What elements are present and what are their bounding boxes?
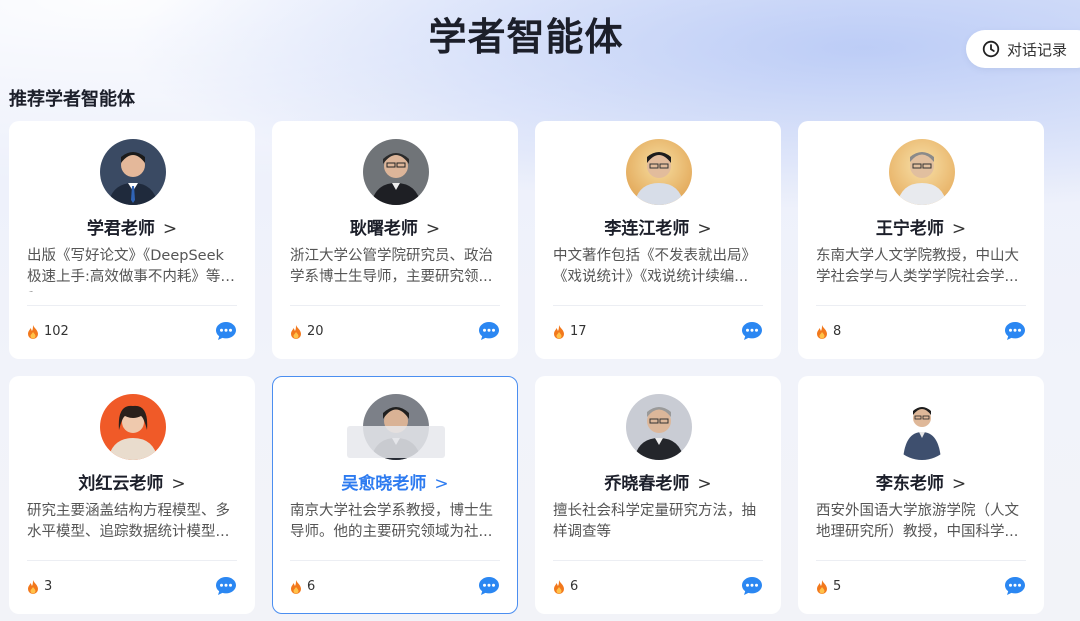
avatar — [626, 394, 692, 460]
scholar-description: 出版《写好论文》《DeepSeek极速上手:高效做事不内耗》等1... — [27, 248, 224, 292]
scholar-name[interactable]: 吴愈晓老师 > — [273, 469, 517, 494]
divider — [553, 305, 763, 306]
chat-button[interactable] — [215, 321, 237, 345]
heat-count: 102 — [27, 324, 69, 339]
chevron-right-icon: > — [425, 219, 441, 239]
fire-icon — [817, 324, 827, 339]
history-label: 对话记录 — [1007, 40, 1068, 59]
chat-button[interactable] — [1004, 321, 1026, 345]
avatar — [889, 394, 955, 460]
fire-icon — [554, 324, 564, 339]
scholar-description: 东南大学人文学院教授，中山大学社会学与人类学学院社会学... — [816, 248, 1019, 285]
divider — [27, 305, 237, 306]
heat-count: 6 — [290, 579, 315, 594]
scholar-description: 中文著作包括《不发表就出局》《戏说统计》《戏说统计续编... — [553, 248, 756, 285]
scholar-name[interactable]: 李东老师 > — [799, 469, 1043, 494]
chat-bubble-icon — [742, 322, 762, 340]
scholar-description: 擅长社会科学定量研究方法，抽样调查等 — [553, 503, 756, 540]
page-title: 学者智能体 — [428, 15, 624, 59]
divider — [290, 560, 500, 561]
chat-button[interactable] — [741, 321, 763, 345]
chevron-right-icon: > — [697, 474, 712, 494]
avatar — [363, 139, 429, 205]
scholar-card[interactable]: 李东老师 > 西安外国语大学旅游学院（人文地理研究所）教授，中国科学... 5 — [798, 376, 1044, 614]
scholar-card[interactable]: 王宁老师 > 东南大学人文学院教授，中山大学社会学与人类学学院社会学... 8 — [798, 121, 1044, 359]
scholar-name[interactable]: 李连江老师 > — [536, 214, 780, 239]
divider — [27, 560, 237, 561]
chat-bubble-icon — [216, 577, 236, 595]
scholar-card[interactable]: 乔晓春老师 > 擅长社会科学定量研究方法，抽样调查等 6 — [535, 376, 781, 614]
chat-button[interactable] — [741, 576, 763, 600]
chat-button[interactable] — [1004, 576, 1026, 600]
scholar-name[interactable]: 刘红云老师 > — [10, 469, 254, 494]
history-button[interactable]: 对话记录 — [966, 30, 1080, 68]
chat-bubble-icon — [479, 322, 499, 340]
chevron-right-icon: > — [171, 474, 186, 494]
chevron-right-icon: > — [951, 474, 967, 494]
heat-count: 17 — [553, 324, 587, 339]
chat-bubble-icon — [1005, 322, 1025, 340]
heat-count: 3 — [27, 579, 52, 594]
chevron-right-icon: > — [697, 219, 712, 239]
heat-count: 5 — [816, 579, 841, 594]
scholar-description: 西安外国语大学旅游学院（人文地理研究所）教授，中国科学... — [816, 503, 1019, 540]
scholar-name[interactable]: 学君老师 > — [10, 214, 254, 239]
divider — [553, 560, 763, 561]
hover-overlay — [347, 426, 445, 458]
section-title: 推荐学者智能体 — [9, 89, 135, 110]
heat-count: 20 — [290, 324, 324, 339]
fire-icon — [28, 579, 38, 594]
fire-icon — [554, 579, 564, 594]
chat-button[interactable] — [215, 576, 237, 600]
avatar — [100, 139, 166, 205]
clock-icon — [982, 40, 1000, 58]
scholar-card[interactable]: 吴愈晓老师 > 南京大学社会学系教授，博士生导师。他的主要研究领域为社... 6 — [272, 376, 518, 614]
chat-bubble-icon — [479, 577, 499, 595]
scholar-name[interactable]: 乔晓春老师 > — [536, 469, 780, 494]
divider — [816, 560, 1026, 561]
scholar-description: 浙江大学公管学院研究员、政治学系博士生导师，主要研究领... — [290, 248, 493, 285]
scholar-description: 南京大学社会学系教授，博士生导师。他的主要研究领域为社... — [290, 503, 493, 540]
chat-bubble-icon — [1005, 577, 1025, 595]
chevron-right-icon: > — [434, 474, 449, 494]
chevron-right-icon: > — [951, 219, 967, 239]
avatar — [889, 139, 955, 205]
divider — [816, 305, 1026, 306]
fire-icon — [291, 324, 301, 339]
avatar — [100, 394, 166, 460]
divider — [290, 305, 500, 306]
scholar-description: 研究主要涵盖结构方程模型、多水平模型、追踪数据统计模型... — [27, 503, 230, 540]
chat-button[interactable] — [478, 321, 500, 345]
chevron-right-icon: > — [162, 219, 178, 239]
scholar-card[interactable]: 李连江老师 > 中文著作包括《不发表就出局》《戏说统计》《戏说统计续编... 17 — [535, 121, 781, 359]
scholar-name[interactable]: 王宁老师 > — [799, 214, 1043, 239]
scholar-card[interactable]: 学君老师> 出版《写好论文》《DeepSeek极速上手:高效做事不内耗》等1..… — [9, 121, 255, 359]
chat-bubble-icon — [216, 322, 236, 340]
heat-count: 8 — [816, 324, 841, 339]
avatar — [626, 139, 692, 205]
fire-icon — [817, 579, 827, 594]
scholar-card[interactable]: 耿曙老师 > 浙江大学公管学院研究员、政治学系博士生导师，主要研究领... 20 — [272, 121, 518, 359]
fire-icon — [291, 579, 301, 594]
scholar-card[interactable]: 刘红云老师 > 研究主要涵盖结构方程模型、多水平模型、追踪数据统计模型... 3 — [9, 376, 255, 614]
scholar-name[interactable]: 耿曙老师 > — [273, 214, 517, 239]
chat-bubble-icon — [742, 577, 762, 595]
fire-icon — [28, 324, 38, 339]
chat-button[interactable] — [478, 576, 500, 600]
heat-count: 6 — [553, 579, 578, 594]
